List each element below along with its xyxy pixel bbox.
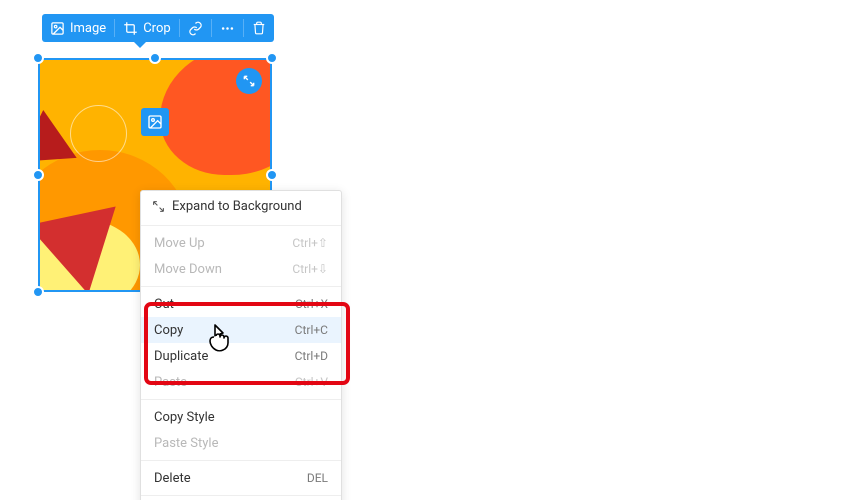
resize-handle-tr[interactable]: [266, 52, 278, 64]
resize-handle-tl[interactable]: [32, 52, 44, 64]
menu-separator: [141, 225, 341, 226]
menu-item-paste[interactable]: Paste Ctrl+V: [141, 369, 341, 395]
replace-image-button[interactable]: [141, 108, 169, 136]
menu-item-move-down[interactable]: Move Down Ctrl+⇩: [141, 256, 341, 282]
crop-icon: [123, 21, 138, 36]
more-button[interactable]: [212, 14, 243, 42]
menu-separator: [141, 286, 341, 287]
image-toolbar: Image Crop: [42, 14, 274, 42]
menu-separator: [141, 495, 341, 496]
menu-label: Move Up: [154, 236, 205, 251]
menu-label: Delete: [154, 471, 191, 486]
image-icon: [50, 21, 65, 36]
menu-shortcut: Ctrl+X: [295, 297, 328, 311]
menu-label: Duplicate: [154, 349, 208, 364]
menu-shortcut: DEL: [307, 471, 328, 485]
menu-shortcut: Ctrl+⇧: [292, 236, 328, 250]
menu-shortcut: Ctrl+C: [295, 323, 328, 337]
toolbar-pointer: [134, 42, 146, 48]
menu-item-duplicate[interactable]: Duplicate Ctrl+D: [141, 343, 341, 369]
link-button[interactable]: [180, 14, 211, 42]
menu-separator: [141, 460, 341, 461]
menu-item-expand-bg[interactable]: Expand to Background: [141, 191, 341, 221]
crop-label: Crop: [143, 21, 170, 36]
resize-handle-r[interactable]: [266, 169, 278, 181]
context-menu: Expand to Background Move Up Ctrl+⇧ Move…: [140, 190, 342, 500]
menu-separator: [141, 399, 341, 400]
menu-label: Paste Style: [154, 436, 218, 451]
menu-label: Copy: [154, 323, 183, 338]
image-type-button[interactable]: Image: [42, 14, 114, 42]
expand-image-button[interactable]: [236, 68, 262, 94]
menu-label: Paste: [154, 375, 187, 390]
menu-label: Expand to Background: [172, 199, 302, 214]
menu-label: Copy Style: [154, 410, 215, 425]
menu-label: Cut: [154, 297, 174, 312]
expand-icon: [152, 200, 165, 213]
menu-shortcut: Ctrl+D: [295, 349, 328, 363]
menu-item-copy-style[interactable]: Copy Style: [141, 404, 341, 430]
menu-item-cut[interactable]: Cut Ctrl+X: [141, 291, 341, 317]
trash-icon: [252, 21, 266, 35]
menu-item-move-up[interactable]: Move Up Ctrl+⇧: [141, 230, 341, 256]
resize-handle-bl[interactable]: [32, 286, 44, 298]
crop-button[interactable]: Crop: [115, 14, 178, 42]
resize-handle-t[interactable]: [149, 52, 161, 64]
menu-item-copy[interactable]: Copy Ctrl+C: [141, 317, 341, 343]
resize-handle-l[interactable]: [32, 169, 44, 181]
menu-item-paste-style[interactable]: Paste Style: [141, 430, 341, 456]
image-type-label: Image: [70, 21, 106, 36]
link-icon: [188, 21, 203, 36]
more-icon: [220, 21, 235, 36]
menu-shortcut: Ctrl+⇩: [292, 262, 328, 276]
menu-label: Move Down: [154, 262, 222, 277]
menu-shortcut: Ctrl+V: [295, 375, 328, 389]
delete-button[interactable]: [244, 14, 274, 42]
menu-item-delete[interactable]: Delete DEL: [141, 465, 341, 491]
